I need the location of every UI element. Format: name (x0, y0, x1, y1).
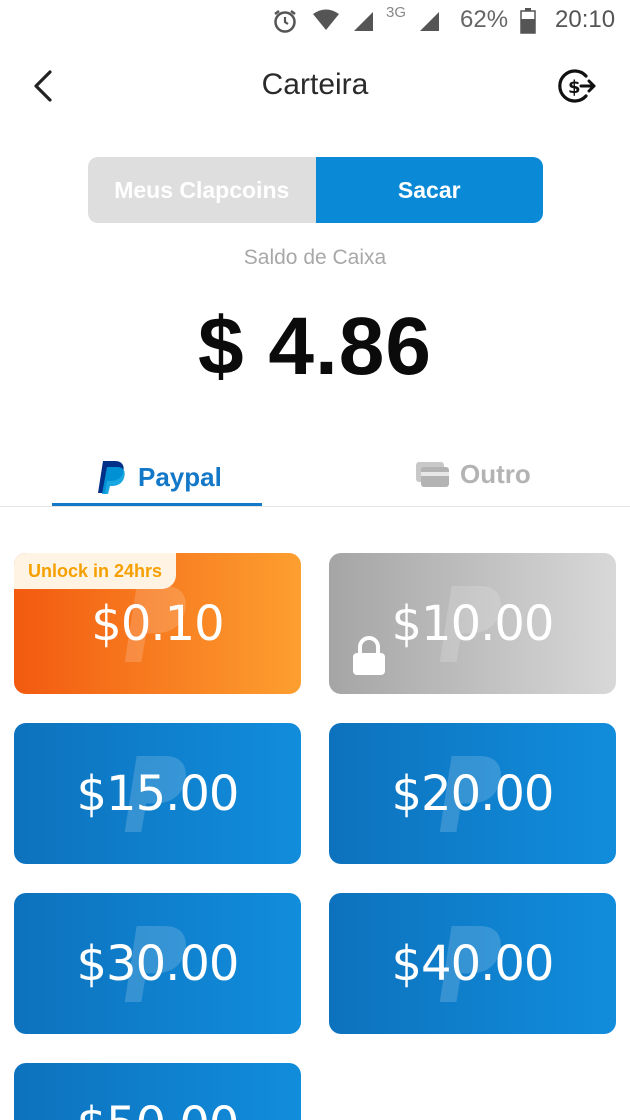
signal-icon (418, 10, 440, 37)
page-title: Carteira (261, 68, 369, 101)
network-type-label: 3G (386, 4, 407, 21)
withdraw-option-card[interactable]: $30.00 (14, 893, 301, 1034)
card-amount: $40.00 (391, 935, 555, 992)
alarm-icon (272, 8, 298, 39)
tab-sacar[interactable]: Sacar (315, 157, 543, 223)
battery-icon (520, 8, 536, 39)
card-amount: $15.00 (76, 765, 240, 822)
signal-icon (352, 10, 374, 37)
balance-label: Saldo de Caixa (243, 246, 387, 269)
wifi-icon (312, 8, 340, 37)
withdraw-option-card[interactable]: $40.00 (329, 893, 616, 1034)
battery-percent: 62% (460, 6, 509, 33)
balance-value: $ 4.86 (198, 301, 432, 392)
payment-method-tabs: Paypal Outro (0, 445, 630, 507)
svg-text:$: $ (568, 77, 581, 98)
status-bar: 3G 62% 20:10 (0, 0, 630, 44)
tab-outro-label: Outro (460, 459, 531, 489)
tab-outro[interactable]: Outro (414, 459, 531, 490)
tab-meus-clapcoins[interactable]: Meus Clapcoins (88, 157, 316, 223)
cash-exchange-icon: $ (558, 69, 596, 103)
card-amount: $10.00 (391, 595, 555, 652)
withdraw-option-card[interactable]: $10.00 (329, 553, 616, 694)
clock-time: 20:10 (555, 6, 616, 33)
withdraw-option-card[interactable]: Unlock in 24hrs $0.10 (14, 553, 301, 694)
active-tab-indicator (52, 503, 262, 506)
withdraw-option-card[interactable]: $20.00 (329, 723, 616, 864)
card-amount: $50.00 (77, 1097, 240, 1120)
wallet-segmented-control: Meus Clapcoins Sacar (88, 157, 543, 223)
card-amount: $20.00 (391, 765, 555, 822)
app-header: Carteira $ (0, 50, 630, 120)
withdraw-option-card[interactable]: $15.00 (14, 723, 301, 864)
card-amount: $30.00 (76, 935, 240, 992)
unlock-badge: Unlock in 24hrs (14, 553, 177, 589)
lock-icon (353, 636, 385, 675)
cash-exchange-button[interactable]: $ (553, 64, 597, 108)
card-amount: $0.10 (91, 595, 224, 652)
paypal-icon (98, 461, 125, 494)
tab-paypal-label: Paypal (138, 461, 222, 492)
withdraw-option-card[interactable]: $50.00 (14, 1063, 301, 1120)
card-icon (416, 461, 449, 487)
tab-paypal[interactable]: Paypal (96, 459, 222, 495)
